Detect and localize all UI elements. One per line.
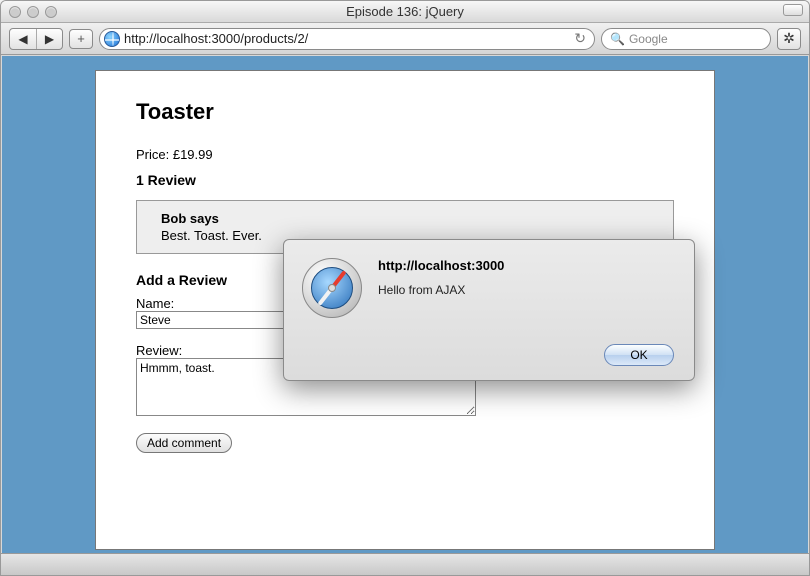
titlebar[interactable]: Episode 136: jQuery — [1, 1, 809, 23]
search-bar[interactable]: 🔍 Google — [601, 28, 771, 50]
bug-button[interactable]: ✲ — [777, 28, 801, 50]
reload-icon[interactable]: ↻ — [574, 30, 586, 47]
back-button[interactable]: ◀ — [10, 29, 36, 49]
forward-button[interactable]: ▶ — [36, 29, 62, 49]
status-bar — [1, 553, 809, 575]
url-text: http://localhost:3000/products/2/ — [124, 31, 570, 46]
reviews-heading: 1 Review — [136, 172, 674, 188]
close-icon[interactable] — [9, 6, 21, 18]
browser-window: Episode 136: jQuery ◀ ▶ + http://localho… — [0, 0, 810, 576]
alert-dialog: http://localhost:3000 Hello from AJAX OK — [283, 239, 695, 381]
ok-button[interactable]: OK — [604, 344, 674, 366]
search-icon: 🔍 — [610, 32, 625, 46]
product-title: Toaster — [136, 99, 674, 125]
zoom-icon[interactable] — [45, 6, 57, 18]
price-label: Price: £19.99 — [136, 147, 674, 162]
window-title: Episode 136: jQuery — [1, 4, 809, 19]
site-icon — [104, 31, 120, 47]
review-author: Bob says — [161, 211, 649, 226]
window-controls — [1, 6, 57, 18]
search-placeholder: Google — [629, 32, 668, 46]
browser-toolbar: ◀ ▶ + http://localhost:3000/products/2/ … — [1, 23, 809, 55]
alert-title: http://localhost:3000 — [378, 258, 674, 273]
add-comment-button[interactable]: Add comment — [136, 433, 232, 453]
minimize-icon[interactable] — [27, 6, 39, 18]
safari-icon — [302, 258, 362, 318]
url-bar[interactable]: http://localhost:3000/products/2/ ↻ — [99, 28, 595, 50]
toolbar-toggle-icon[interactable] — [783, 4, 803, 16]
nav-buttons: ◀ ▶ — [9, 28, 63, 50]
alert-message: Hello from AJAX — [378, 283, 674, 297]
add-bookmark-button[interactable]: + — [69, 29, 93, 49]
